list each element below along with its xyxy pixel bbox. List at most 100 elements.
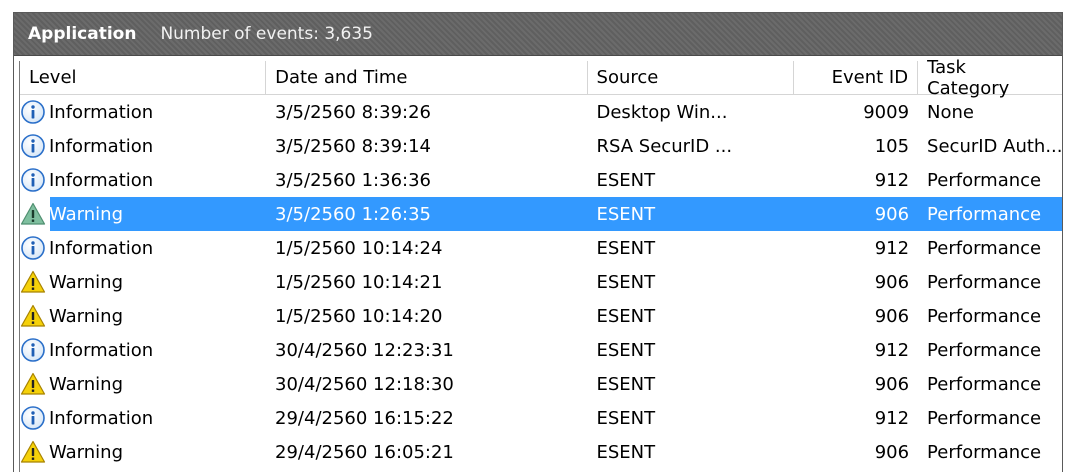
cell-event-id: 9009 xyxy=(863,101,910,123)
table-row-selected[interactable]: Warning 3/5/2560 1:26:35 ESENT 906 Performan… xyxy=(20,197,1062,231)
cell-source: ESENT xyxy=(596,203,656,225)
cell-level: Warning xyxy=(20,371,266,397)
column-header-date-and-time[interactable]: Date and Time xyxy=(266,61,588,94)
info-icon xyxy=(20,99,46,125)
column-header-source[interactable]: Source xyxy=(588,61,794,94)
column-header-event-id[interactable]: Event ID xyxy=(794,61,919,94)
warning-icon xyxy=(20,303,46,329)
cell-date-and-time: 30/4/2560 12:18:30 xyxy=(275,373,454,395)
cell-source: ESENT xyxy=(596,305,656,327)
log-name: Application xyxy=(28,24,137,44)
column-header-task-category[interactable]: Task Category xyxy=(918,57,1062,99)
level-text: Warning xyxy=(49,441,124,463)
level-text: Information xyxy=(49,169,154,191)
cell-level: Warning xyxy=(20,303,266,329)
cell-date-and-time: 3/5/2560 1:26:35 xyxy=(275,203,431,225)
cell-source: RSA SecurID ... xyxy=(596,135,733,157)
cell-date-and-time: 3/5/2560 1:36:36 xyxy=(275,169,431,191)
table-row[interactable]: Information 1/5/2560 10:14:24 ESENT 912 Perf… xyxy=(20,231,1062,265)
cell-level: Warning xyxy=(20,201,266,227)
cell-date-and-time: 1/5/2560 10:14:20 xyxy=(275,305,443,327)
level-text: Information xyxy=(49,339,154,361)
cell-task-category: Performance xyxy=(927,237,1042,259)
events-table: Level Date and Time Source Event ID Task… xyxy=(19,57,1062,472)
cell-task-category: Performance xyxy=(927,373,1042,395)
cell-source: ESENT xyxy=(596,441,656,463)
cell-level: Warning xyxy=(20,269,266,295)
warning-icon xyxy=(20,371,46,397)
cell-level: Information xyxy=(20,167,266,193)
info-icon xyxy=(20,405,46,431)
cell-source: ESENT xyxy=(596,373,656,395)
table-row[interactable]: Warning 30/4/2560 12:18:30 ESENT 906 Perform… xyxy=(20,367,1062,401)
cell-date-and-time: 29/4/2560 16:15:22 xyxy=(275,407,454,429)
level-text: Warning xyxy=(49,373,124,395)
cell-source: ESENT xyxy=(596,271,656,293)
cell-task-category: Performance xyxy=(927,305,1042,327)
cell-date-and-time: 30/4/2560 12:23:31 xyxy=(275,339,454,361)
table-row[interactable]: Warning 1/5/2560 10:14:21 ESENT 906 Performa… xyxy=(20,265,1062,299)
cell-source: ESENT xyxy=(596,169,656,191)
cell-date-and-time: 3/5/2560 8:39:14 xyxy=(275,135,431,157)
cell-task-category: None xyxy=(927,101,975,123)
column-header-level[interactable]: Level xyxy=(20,61,267,94)
cell-date-and-time: 3/5/2560 8:39:26 xyxy=(275,101,431,123)
level-text: Warning xyxy=(49,305,124,327)
cell-event-id: 912 xyxy=(874,407,910,429)
cell-date-and-time: 1/5/2560 10:14:21 xyxy=(275,271,443,293)
event-list-panel: Application Number of events: 3,635 Leve… xyxy=(13,12,1063,472)
cell-source: Desktop Win... xyxy=(596,101,728,123)
cell-event-id: 906 xyxy=(874,373,910,395)
cell-event-id: 906 xyxy=(874,305,910,327)
cell-source: ESENT xyxy=(596,407,656,429)
cell-event-id: 906 xyxy=(874,203,910,225)
table-header: Level Date and Time Source Event ID Task… xyxy=(20,57,1062,99)
cell-event-id: 912 xyxy=(874,169,910,191)
cell-event-id: 912 xyxy=(874,339,910,361)
cell-task-category: Performance xyxy=(927,407,1042,429)
event-count: Number of events: 3,635 xyxy=(160,24,373,44)
table-row[interactable]: Information 3/5/2560 1:36:36 ESENT 912 Perfo… xyxy=(20,163,1062,197)
cell-task-category: Performance xyxy=(927,441,1042,463)
cell-level: Information xyxy=(20,337,266,363)
table-row[interactable]: Information 3/5/2560 8:39:14 RSA SecurID .… xyxy=(20,129,1062,163)
cell-level: Information xyxy=(20,235,266,261)
cell-task-category: Performance xyxy=(927,271,1042,293)
info-icon xyxy=(20,235,46,261)
level-text: Warning xyxy=(49,203,124,225)
level-text: Information xyxy=(49,237,154,259)
cell-event-id: 906 xyxy=(874,271,910,293)
info-icon xyxy=(20,167,46,193)
cell-date-and-time: 1/5/2560 10:14:24 xyxy=(275,237,443,259)
cell-event-id: 105 xyxy=(874,135,910,157)
level-text: Information xyxy=(49,101,154,123)
cell-task-category: SecurID Auth... xyxy=(927,135,1062,157)
table-row[interactable]: Information 3/5/2560 8:39:26 Desktop Win..… xyxy=(20,95,1062,129)
cell-level: Information xyxy=(20,405,266,431)
table-body: Information 3/5/2560 8:39:26 Desktop Win..… xyxy=(20,95,1062,469)
table-row[interactable]: Information 29/4/2560 16:15:22 ESENT 912 Per… xyxy=(20,401,1062,435)
level-text: Warning xyxy=(49,271,124,293)
cell-source: ESENT xyxy=(596,237,656,259)
info-icon xyxy=(20,337,46,363)
level-text: Information xyxy=(49,135,154,157)
cell-task-category: Performance xyxy=(927,339,1042,361)
table-row[interactable]: Warning 1/5/2560 10:14:20 ESENT 906 Performa… xyxy=(20,299,1062,333)
info-icon xyxy=(20,133,46,159)
cell-level: Warning xyxy=(20,439,266,465)
warning-icon xyxy=(20,269,46,295)
warning-icon xyxy=(20,439,46,465)
table-row[interactable]: Warning 29/4/2560 16:05:21 ESENT 906 Perform… xyxy=(20,435,1062,469)
cell-task-category: Performance xyxy=(927,169,1042,191)
cell-level: Information xyxy=(20,133,266,159)
level-text: Information xyxy=(49,407,154,429)
cell-level: Information xyxy=(20,99,266,125)
cell-source: ESENT xyxy=(596,339,656,361)
cell-date-and-time: 29/4/2560 16:05:21 xyxy=(275,441,454,463)
warning-icon xyxy=(20,201,46,227)
cell-event-id: 906 xyxy=(874,441,910,463)
panel-header: Application Number of events: 3,635 xyxy=(14,13,1062,56)
cell-task-category: Performance xyxy=(927,203,1042,225)
cell-event-id: 912 xyxy=(874,237,910,259)
table-row[interactable]: Information 30/4/2560 12:23:31 ESENT 912 Per… xyxy=(20,333,1062,367)
